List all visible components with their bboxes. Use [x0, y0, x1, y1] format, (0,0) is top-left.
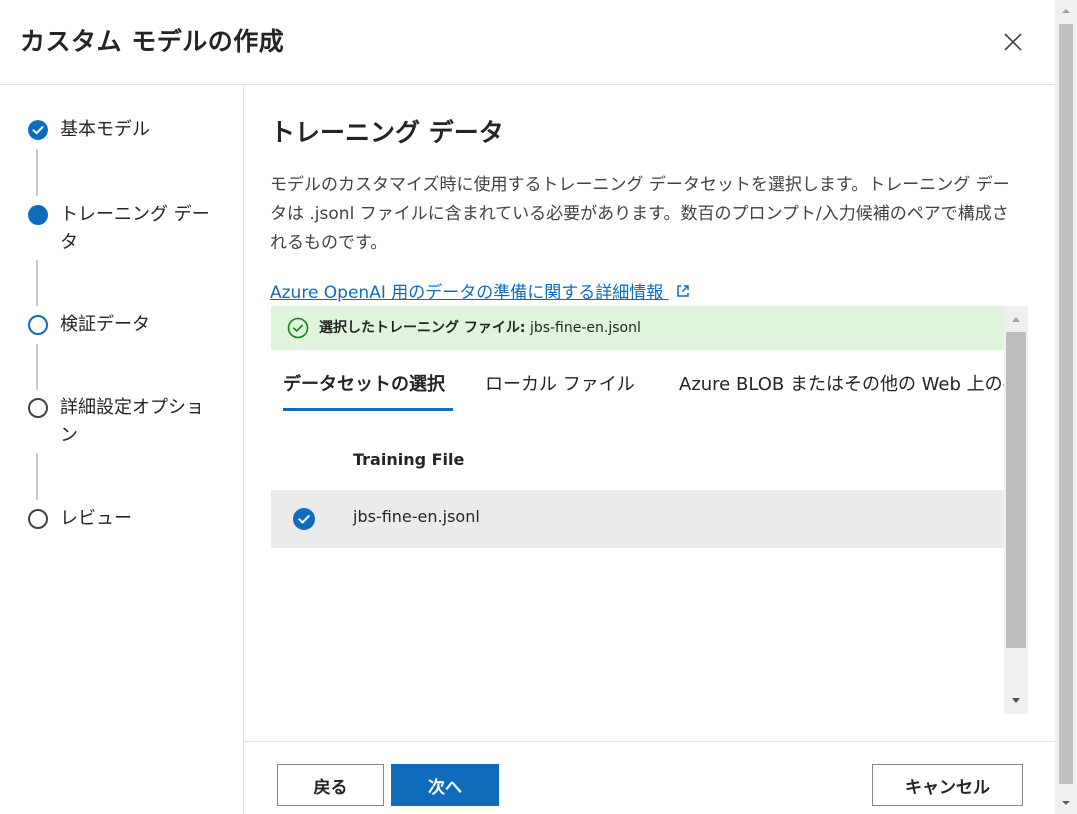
step-label: 基本モデル: [60, 119, 150, 140]
tab-azure-blob[interactable]: Azure BLOB またはその他の Web 上の共有場所: [679, 370, 1004, 396]
learn-more-link-text[interactable]: Azure OpenAI 用のデータの準備に関する詳細情報: [270, 283, 663, 303]
step-current-icon: [28, 205, 48, 225]
step-connector: [36, 344, 38, 390]
cancel-button[interactable]: キャンセル: [872, 764, 1023, 806]
scroll-up-icon[interactable]: [1004, 310, 1028, 328]
external-link-icon: [676, 285, 689, 297]
step-pending-icon: [28, 509, 48, 529]
selection-status-bar: 選択したトレーニング ファイル: jbs-fine-en.jsonl: [271, 306, 1004, 350]
checkmark-icon[interactable]: [293, 508, 315, 530]
step-completed-icon: [28, 120, 48, 140]
active-tab-indicator: [283, 408, 453, 411]
dialog-header: カスタム モデルの作成: [0, 0, 1055, 85]
step-pending-icon: [28, 398, 48, 418]
source-tabs: データセットの選択 ローカル ファイル Azure BLOB またはその他の W…: [271, 356, 1004, 416]
status-value: jbs-fine-en.jsonl: [529, 320, 641, 336]
step-label: トレーニング データ: [60, 204, 210, 253]
scroll-down-icon[interactable]: [1055, 792, 1077, 814]
tab-select-dataset[interactable]: データセットの選択: [283, 370, 445, 396]
row-file-name: jbs-fine-en.jsonl: [353, 507, 480, 526]
step-upcoming-icon: [28, 315, 48, 335]
section-description: モデルのカスタマイズ時に使用するトレーニング データセットを選択します。トレーニ…: [270, 175, 1010, 253]
back-button[interactable]: 戻る: [277, 764, 384, 806]
training-data-panel: 選択したトレーニング ファイル: jbs-fine-en.jsonl データセッ…: [271, 306, 1028, 714]
page-scrollbar[interactable]: [1055, 0, 1077, 814]
page-scroll-thumb[interactable]: [1059, 24, 1073, 784]
status-label: 選択したトレーニング ファイル:: [319, 320, 526, 336]
section-title: トレーニング データ: [270, 118, 504, 147]
table-row[interactable]: jbs-fine-en.jsonl: [271, 490, 1004, 548]
tab-local-file[interactable]: ローカル ファイル: [485, 370, 635, 396]
step-label: レビュー: [60, 508, 132, 529]
learn-more-link[interactable]: Azure OpenAI 用のデータの準備に関する詳細情報: [270, 278, 691, 303]
selection-status-text: 選択したトレーニング ファイル: jbs-fine-en.jsonl: [319, 318, 641, 338]
panel-scroll-thumb[interactable]: [1006, 332, 1026, 648]
footer-divider: [244, 741, 1055, 742]
column-header-training-file: Training File: [353, 450, 465, 469]
step-label: 検証データ: [60, 314, 150, 335]
scroll-down-icon[interactable]: [1004, 692, 1028, 710]
panel-scrollbar[interactable]: [1004, 306, 1028, 714]
step-connector: [36, 149, 38, 196]
close-icon: [1004, 33, 1022, 51]
step-label: 詳細設定オプション: [60, 397, 204, 446]
close-button[interactable]: [999, 28, 1027, 56]
scroll-up-icon[interactable]: [1055, 0, 1077, 22]
dialog-title: カスタム モデルの作成: [20, 27, 285, 56]
check-circle-icon: [287, 317, 309, 339]
step-connector: [36, 260, 38, 306]
wizard-steps: 基本モデル トレーニング データ 検証データ 詳細設定オプション レビュー: [0, 85, 244, 814]
next-button[interactable]: 次へ: [391, 764, 499, 806]
step-connector: [36, 453, 38, 500]
